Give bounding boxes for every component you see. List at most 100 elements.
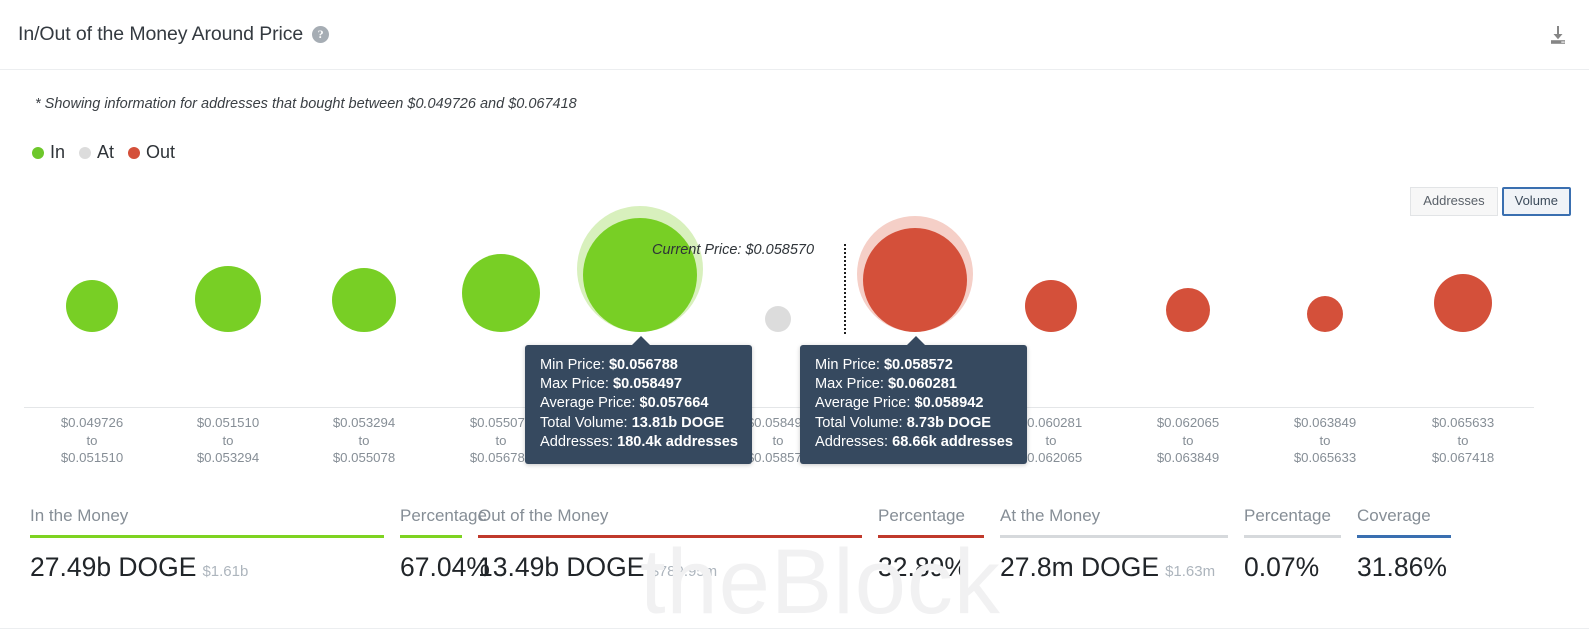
- x-tick-max: $0.067418: [1431, 450, 1495, 465]
- x-tick-label-2: $0.051510 to $0.053294: [153, 414, 303, 467]
- stat-value: 31.86%: [1357, 552, 1447, 582]
- x-tick-min: $0.051510: [196, 415, 260, 430]
- tooltip-bucket-7: Min Price: $0.058572 Max Price: $0.060281…: [800, 336, 1027, 465]
- download-icon[interactable]: [1543, 20, 1573, 50]
- stat-percentage-5: Percentage 0.07%: [1244, 496, 1357, 606]
- legend-dot-in: [32, 146, 44, 159]
- range-note: * Showing information for addresses that…: [35, 96, 577, 112]
- stat-underline: [1357, 535, 1451, 538]
- tooltip-row-label: Min Price:: [815, 357, 880, 373]
- bubble-bucket-4[interactable]: [462, 254, 540, 332]
- bubble-bucket-11[interactable]: [1434, 274, 1492, 332]
- stat-underline: [1244, 535, 1341, 538]
- tooltip-row-label: Addresses:: [540, 433, 614, 450]
- x-tick-sep: to: [1319, 432, 1331, 448]
- tooltip-row: Max Price: $0.060281: [815, 375, 1013, 394]
- tooltip-row-value: 68.66k addresses: [892, 433, 1013, 450]
- tooltip-row-label: Total Volume:: [540, 414, 628, 431]
- bubble-bucket-9[interactable]: [1166, 288, 1210, 332]
- stat-coverage-6: Coverage 31.86%: [1357, 496, 1467, 606]
- current-price-line: [844, 244, 846, 334]
- x-tick-min: $0.053294: [332, 415, 396, 430]
- stat-percentage-1: Percentage 67.04%: [400, 496, 490, 606]
- tooltip-row-value: $0.058497: [613, 376, 682, 393]
- stat-in-the-money-0: In the Money 27.49b DOGE $1.61b: [30, 496, 400, 606]
- tooltip-row-value: $0.056788: [608, 357, 678, 373]
- legend-dot-at: [79, 146, 92, 159]
- question-mark-icon[interactable]: ?: [312, 26, 330, 43]
- tooltip-row-value: $0.060281: [888, 376, 957, 393]
- x-tick-max: $0.055078: [332, 450, 396, 465]
- stat-at-the-money-4: At the Money 27.8m DOGE $1.63m: [1000, 496, 1244, 606]
- current-price-label: Current Price: $0.058570: [652, 242, 815, 258]
- bubble-bucket-6[interactable]: [765, 306, 791, 332]
- tooltip-row-label: Max Price:: [815, 376, 884, 393]
- tooltip-row-value: $0.058942: [914, 395, 984, 412]
- stat-label: Percentage: [400, 506, 487, 525]
- stat-label: Percentage: [1244, 506, 1331, 525]
- bubble-plot: theBlock Current Price: $0.058570: [0, 206, 1589, 629]
- bubble-bucket-5[interactable]: [583, 218, 697, 332]
- x-tick-sep: to: [1182, 432, 1194, 448]
- tooltip-row: Total Volume: 8.73b DOGE: [815, 414, 1013, 433]
- x-tick-max: $0.065633: [1293, 450, 1357, 465]
- x-tick-max: $0.053294: [196, 450, 260, 465]
- watermark: theBlock: [640, 531, 1001, 629]
- tooltip-row-value: $0.058572: [883, 357, 953, 373]
- stat-value: 67.04%: [400, 552, 490, 582]
- x-tick-max: $0.063849: [1156, 450, 1220, 465]
- metric-toggle-group: Addresses Volume: [1410, 187, 1571, 216]
- card-header: In/Out of the Money Around Price ?: [0, 0, 1589, 70]
- tooltip-row: Min Price: $0.058572: [815, 356, 1013, 375]
- tooltip-bucket-5: Min Price: $0.056788 Max Price: $0.058497…: [525, 336, 752, 465]
- x-tick-max: $0.051510: [60, 450, 124, 465]
- legend-item-in[interactable]: In: [32, 142, 65, 163]
- tooltip-row-label: Average Price:: [540, 395, 636, 412]
- tooltip-row: Addresses: 68.66k addresses: [815, 433, 1013, 452]
- x-tick-min: $0.063849: [1293, 415, 1357, 430]
- stat-subvalue: $1.63m: [1165, 563, 1216, 580]
- toggle-addresses[interactable]: Addresses: [1410, 187, 1498, 216]
- x-tick-sep: to: [86, 432, 98, 448]
- legend-item-out[interactable]: Out: [128, 142, 175, 163]
- tooltip-row-label: Total Volume:: [815, 414, 903, 431]
- bubble-bucket-2[interactable]: [195, 266, 261, 332]
- tooltip-row: Min Price: $0.056788: [540, 356, 738, 375]
- bubble-bucket-10[interactable]: [1307, 296, 1343, 332]
- legend-label-at: At: [97, 142, 115, 162]
- tooltip-row: Average Price: $0.058942: [815, 394, 1013, 413]
- legend-dot-out: [128, 146, 141, 159]
- legend-item-at[interactable]: At: [79, 142, 114, 163]
- tooltip-row-label: Max Price:: [540, 376, 609, 393]
- bubble-bucket-7[interactable]: [863, 228, 967, 332]
- tooltip-row-value: 180.4k addresses: [617, 433, 738, 450]
- x-tick-sep: to: [1457, 432, 1469, 448]
- bubble-bucket-1[interactable]: [66, 280, 118, 332]
- tooltip-row: Max Price: $0.058497: [540, 375, 738, 394]
- stat-value: 27.49b DOGE $1.61b: [30, 552, 249, 582]
- tooltip-row-label: Average Price:: [815, 395, 911, 412]
- legend: In At Out: [32, 142, 189, 163]
- x-tick-label-3: $0.053294 to $0.055078: [289, 414, 439, 467]
- tooltip-row-value: 13.81b DOGE: [631, 414, 725, 431]
- x-tick-min: $0.049726: [60, 415, 124, 430]
- x-tick-min: $0.065633: [1431, 415, 1495, 430]
- x-tick-sep: to: [222, 432, 234, 448]
- x-tick-min: $0.062065: [1156, 415, 1220, 430]
- x-tick-label-10: $0.063849 to $0.065633: [1250, 414, 1400, 467]
- stat-underline: [1000, 535, 1228, 538]
- stat-value: 27.8m DOGE $1.63m: [1000, 552, 1216, 582]
- chart-card: In/Out of the Money Around Price ? * Sho…: [0, 0, 1589, 629]
- bubble-bucket-3[interactable]: [332, 268, 396, 332]
- bubble-bucket-8[interactable]: [1025, 280, 1077, 332]
- toggle-volume[interactable]: Volume: [1501, 187, 1571, 216]
- tooltip-row-value: $0.057664: [639, 395, 709, 412]
- x-tick-label-9: $0.062065 to $0.063849: [1113, 414, 1263, 467]
- stat-underline: [400, 535, 462, 538]
- x-axis-line: [24, 407, 1534, 408]
- page-title: In/Out of the Money Around Price: [18, 23, 304, 45]
- x-tick-sep: to: [358, 432, 370, 448]
- tooltip-row: Addresses: 180.4k addresses: [540, 433, 738, 452]
- legend-label-in: In: [50, 142, 66, 162]
- stat-label: In the Money: [30, 506, 129, 525]
